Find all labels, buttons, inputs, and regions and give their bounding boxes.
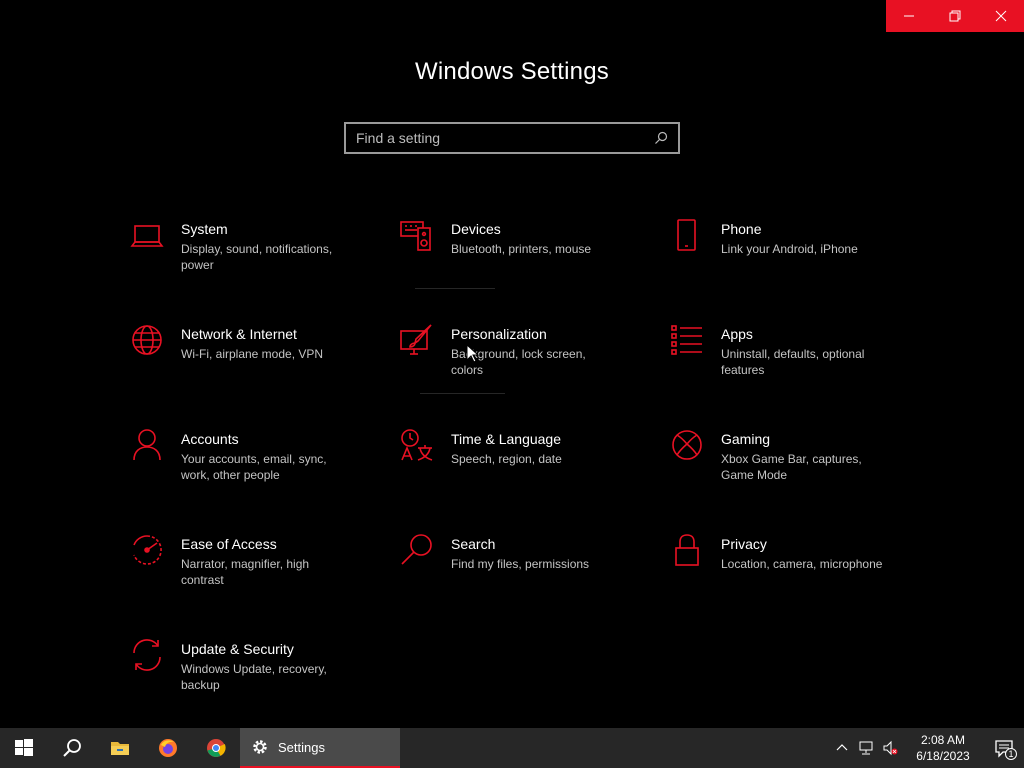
paint-brush-icon [398, 321, 438, 361]
search-input[interactable] [356, 130, 654, 146]
tile-gaming[interactable]: Gaming Xbox Game Bar, captures, Game Mode [668, 420, 908, 500]
tile-description: Bluetooth, printers, mouse [451, 242, 592, 256]
tile-title: System [181, 221, 228, 237]
clock-date: 6/18/2023 [916, 749, 970, 763]
tile-network-internet[interactable]: Network & Internet Wi-Fi, airplane mode, … [128, 315, 368, 395]
gear-icon [253, 740, 267, 754]
tile-search[interactable]: Search Find my files, permissions [398, 525, 638, 605]
notification-badge: 1 [1005, 748, 1017, 760]
person-icon [128, 426, 168, 466]
tile-update-security[interactable]: Update & Security Windows Update, recover… [128, 630, 368, 710]
tile-description: Your accounts, email, sync, work, other … [181, 452, 327, 482]
tile-description: Find my files, permissions [451, 557, 590, 571]
search-box[interactable] [344, 122, 680, 154]
tile-description: Xbox Game Bar, captures, Game Mode [721, 452, 862, 482]
chevron-up-icon [836, 744, 848, 751]
ease-of-access-icon [128, 531, 168, 571]
tile-privacy[interactable]: Privacy Location, camera, microphone [668, 525, 908, 605]
phone-icon [668, 216, 708, 256]
xbox-icon [668, 426, 708, 466]
window-controls [886, 0, 1024, 32]
volume-muted-icon [883, 740, 898, 756]
tile-title: Update & Security [181, 641, 294, 657]
search-icon[interactable] [654, 131, 668, 145]
clock[interactable]: 2:08 AM 6/18/2023 [908, 732, 978, 764]
tile-title: Apps [721, 326, 753, 342]
tile-description: Uninstall, defaults, optional features [721, 347, 865, 377]
tile-ease-of-access[interactable]: Ease of Access Narrator, magnifier, high … [128, 525, 368, 605]
restore-button[interactable] [932, 0, 978, 32]
action-center-button[interactable]: 1 [984, 728, 1024, 768]
tile-system[interactable]: System Display, sound, notifications, pow… [128, 210, 368, 290]
close-icon [995, 10, 1007, 22]
network-icon [859, 741, 873, 755]
globe-icon [128, 321, 168, 361]
firefox-icon [159, 739, 177, 757]
file-explorer-button[interactable] [96, 728, 144, 768]
folder-icon [111, 742, 129, 755]
volume-button[interactable] [878, 728, 902, 768]
lock-icon [668, 531, 708, 571]
tile-description: Wi-Fi, airplane mode, VPN [181, 347, 324, 361]
tile-title: Devices [451, 221, 501, 237]
tile-title: Search [451, 536, 496, 552]
tile-time-language[interactable]: Time & Language Speech, region, date [398, 420, 638, 500]
tile-description: Narrator, magnifier, high contrast [181, 557, 310, 587]
search-icon [63, 739, 81, 757]
chrome-icon [207, 739, 226, 757]
magnifier-icon [398, 531, 438, 571]
page-title: Windows Settings [415, 58, 609, 85]
tile-title: Accounts [181, 431, 239, 447]
time-language-icon [398, 426, 438, 466]
apps-list-icon [668, 321, 708, 361]
settings-grid: System Display, sound, notifications, pow… [128, 210, 928, 720]
tile-description: Display, sound, notifications, power [181, 242, 333, 272]
firefox-button[interactable] [144, 728, 192, 768]
divider [420, 393, 505, 394]
network-button[interactable] [854, 728, 878, 768]
tile-title: Phone [721, 221, 762, 237]
start-button[interactable] [0, 728, 48, 768]
tile-phone[interactable]: Phone Link your Android, iPhone [668, 210, 908, 290]
tile-devices[interactable]: Devices Bluetooth, printers, mouse [398, 210, 638, 290]
taskbar: Settings 2:08 AM 6/18/2023 1 [0, 728, 1024, 768]
settings-taskbar-button[interactable]: Settings [240, 728, 400, 768]
tile-title: Personalization [451, 326, 547, 342]
tile-description: Windows Update, recovery, backup [181, 662, 327, 692]
tile-title: Network & Internet [181, 326, 297, 342]
tile-title: Privacy [721, 536, 767, 552]
search-taskbar-button[interactable] [48, 728, 96, 768]
chrome-button[interactable] [192, 728, 240, 768]
keyboard-speaker-icon [398, 216, 438, 256]
tile-accounts[interactable]: Accounts Your accounts, email, sync, work… [128, 420, 368, 500]
windows-logo-icon [15, 739, 33, 756]
close-button[interactable] [978, 0, 1024, 32]
tile-apps[interactable]: Apps Uninstall, defaults, optional featur… [668, 315, 908, 395]
clock-time: 2:08 AM [920, 733, 966, 747]
restore-icon [949, 10, 961, 22]
tile-description: Link your Android, iPhone [721, 242, 858, 256]
tile-description: Location, camera, microphone [721, 557, 883, 571]
tile-description: Speech, region, date [451, 452, 562, 466]
sync-arrows-icon [128, 636, 168, 676]
system-tray: 2:08 AM 6/18/2023 1 [830, 728, 1024, 768]
tile-title: Ease of Access [181, 536, 277, 552]
tile-title: Gaming [721, 431, 771, 447]
minimize-icon [904, 15, 914, 17]
laptop-icon [128, 216, 168, 256]
tile-personalization[interactable]: Personalization Background, lock screen, … [398, 315, 638, 395]
settings-taskbar-label: Settings [278, 739, 325, 755]
mouse-cursor-icon [466, 344, 480, 363]
show-hidden-icons-button[interactable] [830, 728, 854, 768]
divider [415, 288, 495, 289]
tile-title: Time & Language [451, 431, 561, 447]
minimize-button[interactable] [886, 0, 932, 32]
